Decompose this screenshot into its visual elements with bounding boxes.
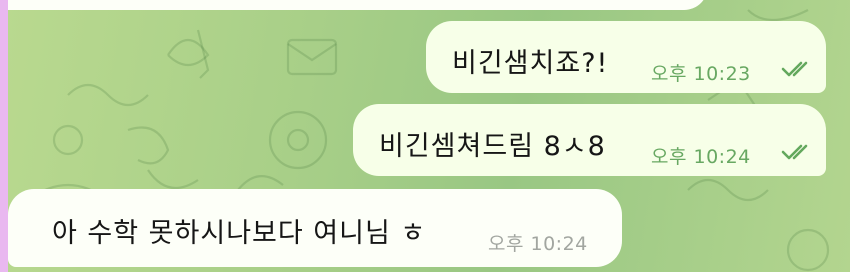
message-text: 비긴샘치죠?! xyxy=(452,48,609,79)
chat-background: 비긴샘치죠?! 오후 10:23 비긴셈쳐드림 8ㅅ8 오후 10:24 아 수… xyxy=(8,0,850,272)
previous-message-bubble xyxy=(8,0,708,10)
message-bubble-outgoing[interactable]: 비긴셈쳐드림 8ㅅ8 오후 10:24 xyxy=(353,104,826,176)
double-check-icon xyxy=(781,144,808,160)
message-time: 오후 10:24 xyxy=(488,233,588,255)
message-text: 비긴셈쳐드림 8ㅅ8 xyxy=(379,131,606,162)
message-time: 오후 10:24 xyxy=(651,146,751,168)
message-bubble-outgoing[interactable]: 비긴샘치죠?! 오후 10:23 xyxy=(426,21,826,93)
message-time: 오후 10:23 xyxy=(651,63,751,85)
message-bubble-incoming[interactable]: 아 수학 못하시나보다 여니님 ㅎ 오후 10:24 xyxy=(8,189,622,267)
message-text: 아 수학 못하시나보다 여니님 ㅎ xyxy=(52,218,427,249)
window-edge xyxy=(0,0,8,272)
double-check-icon xyxy=(781,61,808,77)
